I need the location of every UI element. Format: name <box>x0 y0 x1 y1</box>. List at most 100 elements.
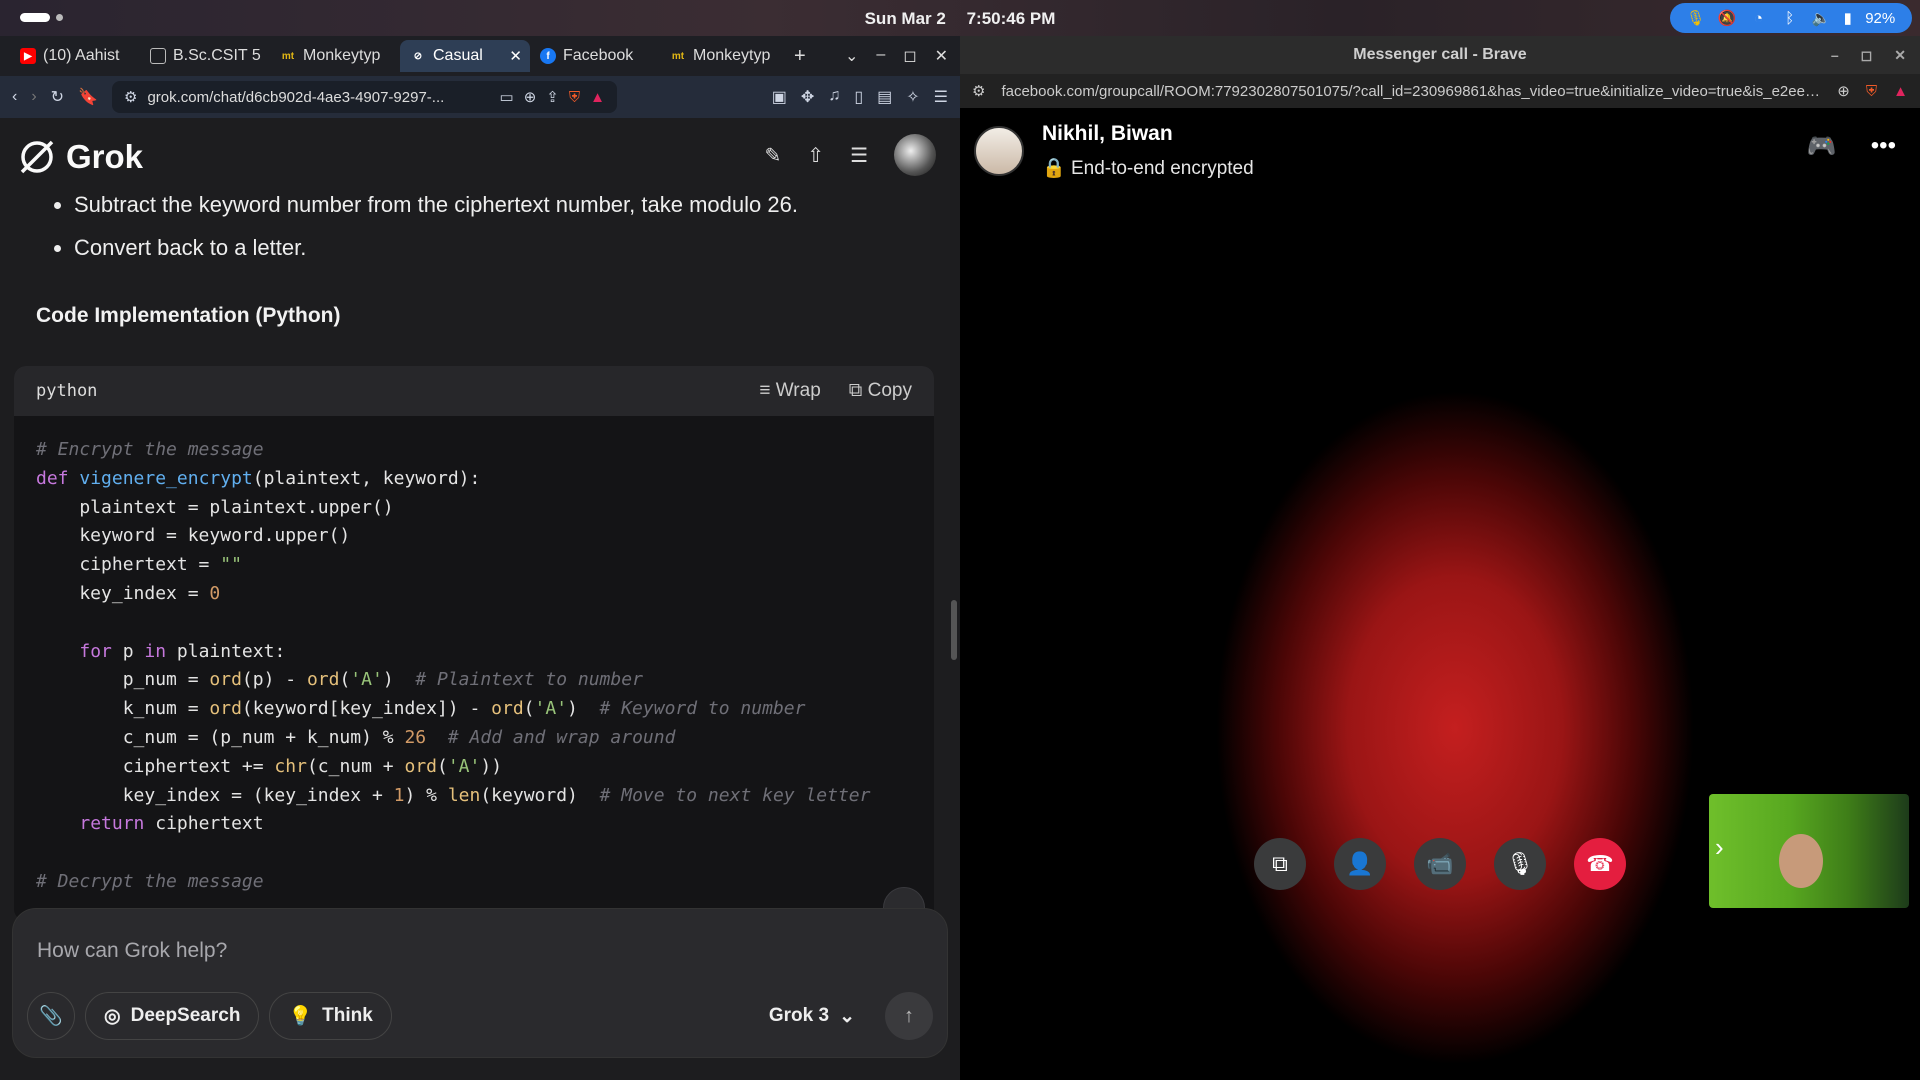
puzzle-icon[interactable]: ✥ <box>801 87 814 107</box>
grok-header: Grok <box>18 138 143 176</box>
lightbulb-icon: 💡 <box>288 1006 313 1027</box>
site-info-icon[interactable]: ⚙ <box>124 88 137 106</box>
volume-icon: 🔈 <box>1811 10 1831 27</box>
microphone-icon: 🎙 <box>1506 851 1534 876</box>
tab-strip: ▶ (10) Aahist B.Sc.CSIT 5 mt Monkeytyp ⊘… <box>0 36 960 76</box>
window-close-icon[interactable]: ✕ <box>1894 36 1906 74</box>
app-name[interactable]: Grok <box>66 138 143 176</box>
remote-video <box>1190 378 1720 1078</box>
microphone-icon: 🎙 <box>1686 10 1706 27</box>
brave-rewards-icon[interactable]: ▲ <box>590 89 605 106</box>
chat-input-box: How can Grok help? 📎 ◎ DeepSearch 💡 Thin… <box>12 908 948 1058</box>
maximize-icon[interactable]: ◻ <box>1861 36 1873 74</box>
self-video-preview[interactable]: › <box>1709 794 1909 908</box>
code-block-header: python ≡ Wrap ⧉ Copy <box>14 366 934 416</box>
back-icon[interactable]: ‹ <box>12 88 17 106</box>
maximize-icon[interactable]: ◻ <box>903 46 916 66</box>
monkeytype-icon: mt <box>671 50 685 62</box>
arrow-up-icon: ↑ <box>904 1004 914 1027</box>
system-tray[interactable]: 🎙 🔕 ◔ ᛒ 🔈 ▮ 92% <box>1670 3 1912 33</box>
left-browser-window: ▶ (10) Aahist B.Sc.CSIT 5 mt Monkeytyp ⊘… <box>0 36 960 1080</box>
group-avatar[interactable] <box>974 126 1024 176</box>
close-icon[interactable]: ✕ <box>509 47 522 65</box>
add-person-button[interactable]: 👤 <box>1334 838 1386 890</box>
zoom-icon[interactable]: ⊕ <box>1837 82 1850 100</box>
avatar[interactable] <box>894 134 936 176</box>
tab-monkeytype[interactable]: mt Monkeytyp <box>270 40 400 72</box>
deepsearch-button[interactable]: ◎ DeepSearch <box>85 992 260 1040</box>
tab-label: Casual <box>433 47 483 64</box>
clock[interactable]: Sun Mar 2 7:50:46 PM <box>0 9 1920 29</box>
minimize-icon[interactable]: – <box>1831 36 1839 74</box>
wallet-icon[interactable]: ▤ <box>877 87 892 107</box>
game-controller-icon[interactable]: 🎮 <box>1807 132 1837 161</box>
share-icon[interactable]: ⇪ <box>546 88 559 106</box>
brave-rewards-icon[interactable]: ▲ <box>1893 83 1908 100</box>
tab-label: (10) Aahist <box>43 47 120 64</box>
grok-icon: ⊘ <box>413 50 423 62</box>
music-icon[interactable]: ♫ <box>828 87 840 107</box>
attach-button[interactable]: 📎 <box>27 992 75 1040</box>
system-top-bar: Sun Mar 2 7:50:46 PM 🎙 🔕 ◔ ᛒ 🔈 ▮ 92% <box>0 0 1920 36</box>
model-selector[interactable]: Grok 3 ⌄ <box>769 1005 875 1028</box>
tab-facebook[interactable]: f Facebook <box>530 40 660 72</box>
url-bar[interactable]: ⚙ grok.com/chat/d6cb902d-4ae3-4907-9297-… <box>111 81 617 113</box>
think-button[interactable]: 💡 Think <box>269 992 392 1040</box>
chevron-left-icon[interactable]: › <box>1715 832 1724 863</box>
grok-page: Grok ✎ ⇧ ☰ Subtract the keyword number f… <box>0 118 960 1080</box>
mute-button[interactable]: 🎙 <box>1494 838 1546 890</box>
input-toolbar: 📎 ◎ DeepSearch 💡 Think Grok 3 ⌄ ↑ <box>27 991 933 1041</box>
code-language: python <box>36 381 98 401</box>
minimize-icon[interactable]: – <box>876 46 885 66</box>
battery-percent: 92% <box>1865 9 1896 27</box>
site-info-icon[interactable]: ⚙ <box>972 82 985 100</box>
brave-shield-icon[interactable]: ⛨ <box>1866 83 1877 100</box>
share-screen-button[interactable]: ⧉ <box>1254 838 1306 890</box>
tab-monkeytype-2[interactable]: mt Monkeytyp <box>660 40 790 72</box>
menu-icon[interactable]: ☰ <box>934 87 948 107</box>
upload-share-icon[interactable]: ⇧ <box>807 143 824 168</box>
self-video-person <box>1779 834 1823 888</box>
chevron-down-icon[interactable]: ⌄ <box>845 46 858 66</box>
call-top-actions: 🎮 ••• <box>1807 132 1896 161</box>
lock-icon: 🔒 <box>1042 158 1066 179</box>
history-search-icon[interactable]: ☰ <box>850 143 868 168</box>
chat-input[interactable]: How can Grok help? <box>37 939 227 963</box>
new-chat-icon[interactable]: ✎ <box>765 143 782 168</box>
list-item: Convert back to a letter. <box>74 235 798 261</box>
camera-button[interactable]: 📹 <box>1414 838 1466 890</box>
reload-icon[interactable]: ↻ <box>51 87 64 107</box>
deepsearch-icon: ◎ <box>104 1005 121 1027</box>
more-options-icon[interactable]: ••• <box>1871 132 1896 161</box>
tab-youtube[interactable]: ▶ (10) Aahist <box>10 40 140 72</box>
list-item: Subtract the keyword number from the cip… <box>74 192 798 218</box>
sidebar-icon[interactable]: ▯ <box>854 87 863 107</box>
grok-logo-icon[interactable] <box>18 138 56 176</box>
window-title-bar: Messenger call - Brave – ◻ ✕ <box>960 36 1920 74</box>
end-call-button[interactable]: ☎ <box>1574 838 1626 890</box>
tab-casual[interactable]: ⊘ Casual ✕ <box>400 40 530 72</box>
code-content[interactable]: # Encrypt the message def vigenere_encry… <box>14 416 934 917</box>
wrap-button[interactable]: ≡ Wrap <box>759 380 820 402</box>
page-icon <box>150 48 166 64</box>
scrollbar[interactable] <box>951 600 957 660</box>
zoom-icon[interactable]: ⊕ <box>524 88 537 106</box>
add-person-icon: 👤 <box>1346 851 1374 876</box>
send-button[interactable]: ↑ <box>885 992 933 1040</box>
tab-bsc-csit[interactable]: B.Sc.CSIT 5 <box>140 40 270 72</box>
address-bar-row: ‹ › ↻ 🔖 ⚙ grok.com/chat/d6cb902d-4ae3-49… <box>0 76 960 118</box>
brave-shield-icon[interactable]: ⛨ <box>569 89 580 106</box>
url-text[interactable]: facebook.com/groupcall/ROOM:779230280750… <box>1001 83 1821 100</box>
leo-ai-icon[interactable]: ✧ <box>906 87 919 107</box>
date-label: Sun Mar 2 <box>864 9 946 28</box>
youtube-icon: ▶ <box>20 48 36 64</box>
bookmark-icon[interactable]: 🔖 <box>78 87 98 107</box>
url-text[interactable]: grok.com/chat/d6cb902d-4ae3-4907-9297-..… <box>147 89 489 106</box>
forward-icon[interactable]: › <box>31 88 36 106</box>
grok-toolbar: ✎ ⇧ ☰ <box>765 134 936 176</box>
copy-button[interactable]: ⧉ Copy <box>849 380 912 402</box>
extension-icon[interactable]: ▣ <box>772 87 787 107</box>
cast-icon[interactable]: ▭ <box>500 88 514 106</box>
window-close-icon[interactable]: ✕ <box>935 46 948 66</box>
new-tab-icon[interactable]: + <box>794 45 806 68</box>
